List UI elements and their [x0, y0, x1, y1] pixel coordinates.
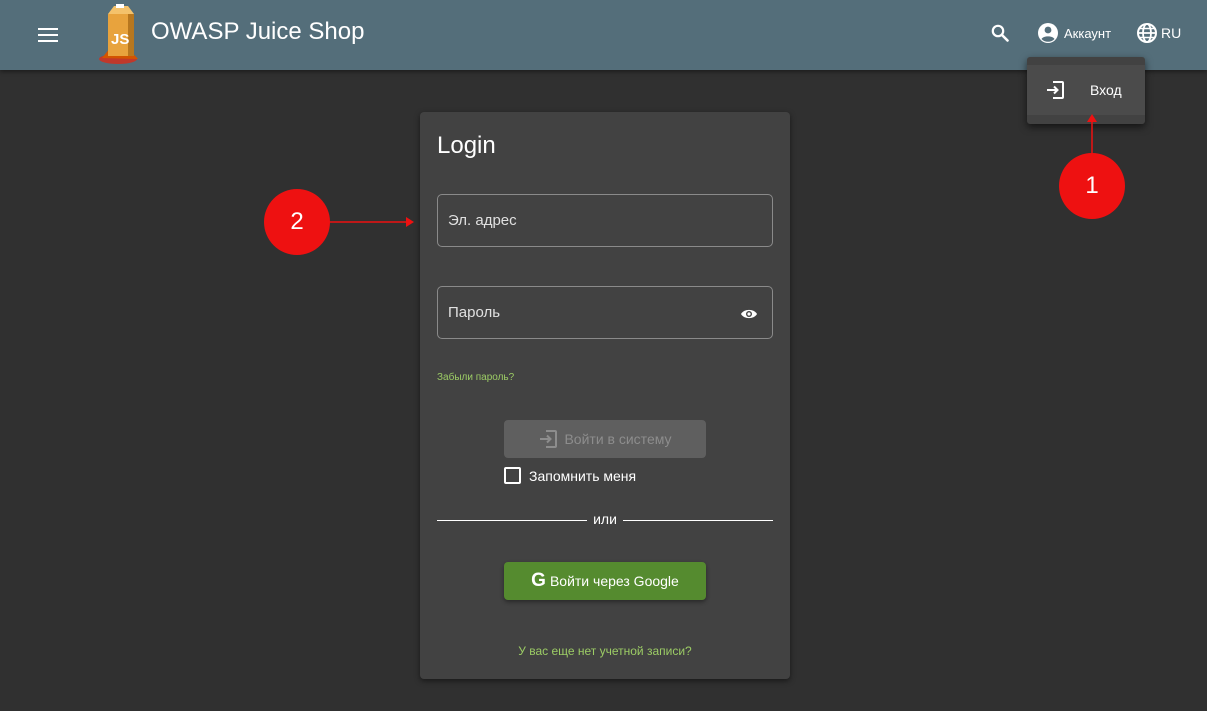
menu-item-login[interactable]: Вход: [1027, 65, 1145, 115]
account-menu-button[interactable]: Аккаунт: [1036, 19, 1111, 47]
google-login-button[interactable]: G Войти через Google: [504, 562, 706, 600]
divider-line-left: [437, 520, 587, 521]
google-login-label: Войти через Google: [549, 573, 679, 589]
juice-shop-logo[interactable]: JS: [98, 4, 144, 66]
top-toolbar: JS OWASP Juice Shop Аккаунт RU: [0, 0, 1207, 70]
login-submit-button[interactable]: Войти в систему: [504, 420, 706, 458]
account-label: Аккаунт: [1064, 25, 1112, 41]
divider-line-right: [623, 520, 773, 521]
app-title[interactable]: OWASP Juice Shop: [151, 17, 364, 47]
login-card: Login Забыли пароль? Войти в систему Зап…: [420, 112, 790, 679]
eye-icon: [741, 309, 757, 319]
search-icon: [991, 24, 1009, 42]
language-label: RU: [1161, 25, 1182, 41]
callout-2-arrow: [328, 217, 414, 227]
toggle-password-visibility-button[interactable]: [738, 305, 760, 323]
menu-icon: [38, 28, 58, 42]
checkbox-box[interactable]: [504, 467, 521, 484]
register-link[interactable]: У вас еще нет учетной записи?: [420, 644, 790, 658]
divider-text: или: [593, 511, 617, 527]
login-icon: [538, 429, 558, 449]
remember-me-checkbox[interactable]: Запомнить меня: [504, 467, 636, 484]
callout-badge-1: 1: [1059, 153, 1125, 219]
callout-1-arrow: [1087, 114, 1097, 154]
svg-text:JS: JS: [111, 31, 129, 48]
search-button[interactable]: [984, 19, 1016, 47]
password-input[interactable]: [438, 287, 772, 338]
google-icon: G: [531, 570, 546, 591]
menu-button[interactable]: [30, 17, 66, 53]
account-circle-icon: [1038, 23, 1058, 43]
remember-me-label: Запомнить меня: [529, 467, 637, 484]
callout-badge-2: 2: [264, 189, 330, 255]
login-icon: [1045, 78, 1069, 102]
password-field[interactable]: [437, 286, 773, 339]
email-field[interactable]: [437, 194, 773, 247]
language-button[interactable]: RU: [1136, 19, 1181, 47]
email-input[interactable]: [438, 195, 772, 246]
login-title: Login: [437, 132, 496, 159]
login-submit-label: Войти в систему: [564, 431, 672, 447]
menu-item-login-label: Вход: [1090, 82, 1122, 98]
globe-icon: [1137, 23, 1157, 43]
forgot-password-link[interactable]: Забыли пароль?: [437, 372, 514, 383]
